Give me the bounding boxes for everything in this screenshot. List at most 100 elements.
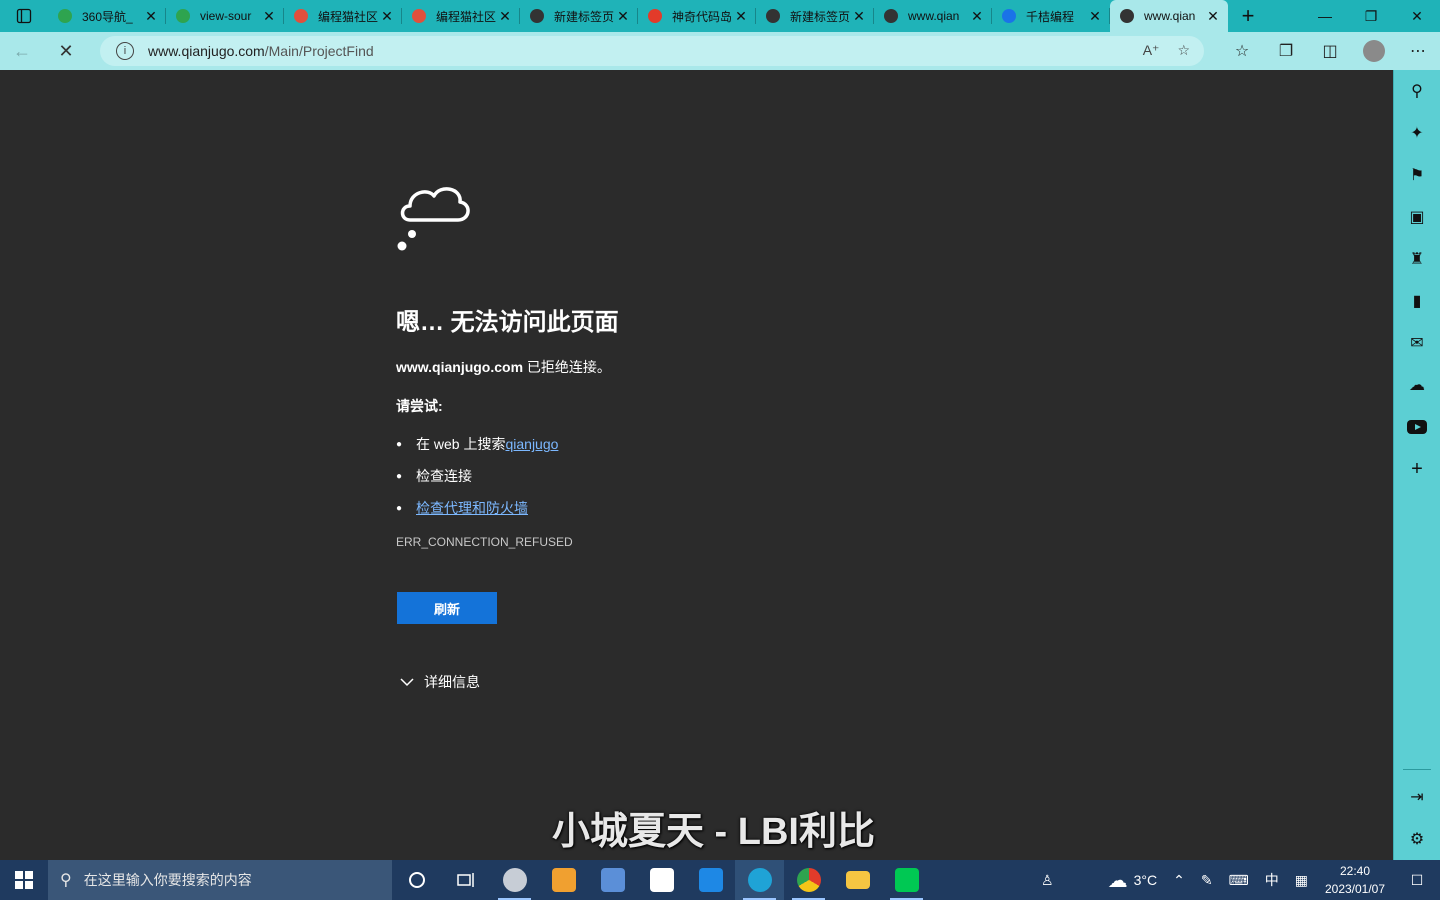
sidebar-discover-icon[interactable]: ✦ — [1394, 112, 1440, 154]
newtab-icon — [528, 7, 546, 25]
check-proxy-link[interactable]: 检查代理和防火墙 — [416, 498, 528, 518]
tab-close-icon[interactable]: ✕ — [970, 8, 984, 25]
try-label: 请尝试: — [396, 398, 443, 414]
tab-close-icon[interactable]: ✕ — [1206, 8, 1220, 25]
error-title: 嗯… 无法访问此页面 — [396, 309, 619, 336]
tab-close-icon[interactable]: ✕ — [734, 8, 748, 25]
cortana-icon[interactable] — [392, 860, 441, 900]
details-toggle[interactable]: 详细信息 — [400, 672, 480, 692]
tab-title: 编程猫社区 — [318, 9, 379, 24]
search-link[interactable]: qianjugo — [505, 436, 558, 452]
back-button[interactable]: ← — [0, 32, 44, 70]
favorites-icon[interactable]: ☆ — [1220, 32, 1264, 70]
address-bar[interactable]: i www.qianjugo.com/Main/ProjectFind A⁺ ☆ — [100, 36, 1204, 66]
tab[interactable]: 编程猫社区 ✕ — [284, 0, 402, 32]
tab[interactable]: www.qian ✕ — [874, 0, 992, 32]
taskbar-edge-icon[interactable] — [735, 860, 784, 900]
suggestions-list: ● 在 web 上搜索 qianjugo ● 检查连接 ● 检查代理和防火墙 — [396, 428, 558, 524]
restore-button[interactable]: ❐ — [1348, 0, 1394, 32]
tab[interactable]: 千桔编程 ✕ — [992, 0, 1110, 32]
collections-icon[interactable]: ❐ — [1264, 32, 1308, 70]
tab-close-icon[interactable]: ✕ — [616, 8, 630, 25]
taskbar-app-blue-icon[interactable] — [686, 860, 735, 900]
newtab-icon — [764, 7, 782, 25]
system-tray: ♙ ☁ 3°C ⌃ ✎ ⌨ 中 ▦ 22:40 2023/01/07 ☐ — [1033, 860, 1440, 900]
browser-essentials-icon[interactable]: ◫ — [1308, 32, 1352, 70]
tab-title: www.qian — [908, 9, 960, 23]
tab-close-icon[interactable]: ✕ — [498, 8, 512, 25]
notification-icon[interactable]: ☐ — [1394, 872, 1440, 889]
tab[interactable]: 神奇代码岛 ✕ — [638, 0, 756, 32]
browser-toolbar: ← ✕ i www.qianjugo.com/Main/ProjectFind … — [0, 32, 1440, 70]
sidebar-divider — [1403, 769, 1431, 770]
error-page: 嗯… 无法访问此页面 www.qianjugo.com 已拒绝连接。 请尝试: … — [0, 70, 1393, 860]
read-aloud-icon[interactable]: A⁺ — [1143, 42, 1160, 59]
reload-button[interactable]: 刷新 — [397, 592, 497, 624]
sidebar-add-icon[interactable]: + — [1394, 448, 1440, 490]
search-icon: ⚲ — [60, 872, 72, 889]
site-info-icon[interactable]: i — [116, 42, 134, 60]
tab-actions-button[interactable] — [0, 0, 48, 32]
stop-loading-button[interactable]: ✕ — [44, 32, 88, 70]
lyric-overlay: 小城夏天 - LBI利比 — [552, 811, 875, 853]
thinking-cloud-icon — [397, 187, 470, 251]
close-window-button[interactable]: ✕ — [1394, 0, 1440, 32]
settings-more-icon[interactable]: ⋯ — [1396, 32, 1440, 70]
task-view-icon[interactable] — [441, 860, 490, 900]
tab[interactable]: www.qian ✕ — [1110, 0, 1228, 32]
chevron-down-icon — [400, 678, 414, 687]
sidebar-collapse-icon[interactable]: ⇥ — [1394, 776, 1440, 818]
taskbar-iqiyi-icon[interactable] — [882, 860, 931, 900]
pen-icon[interactable]: ✎ — [1193, 872, 1221, 889]
list-item: ● 在 web 上搜索 qianjugo — [396, 436, 559, 452]
tab-actions-icon — [16, 8, 32, 24]
page-icon — [882, 7, 900, 25]
taskbar-app-media-icon[interactable] — [539, 860, 588, 900]
keyboard-icon[interactable]: ⌨ — [1221, 872, 1257, 889]
profile-avatar[interactable] — [1363, 40, 1385, 62]
tab[interactable]: 新建标签页 ✕ — [756, 0, 874, 32]
show-hidden-icons-icon[interactable]: ⌃ — [1165, 872, 1193, 889]
taskbar-chrome-icon[interactable] — [784, 860, 833, 900]
start-button[interactable] — [0, 860, 48, 900]
tab-title: 编程猫社区 — [436, 9, 497, 24]
new-tab-button[interactable]: + — [1232, 0, 1264, 32]
sidebar-games-icon[interactable]: ♜ — [1394, 238, 1440, 280]
search-icon — [1000, 7, 1018, 25]
window-controls: — ❐ ✕ — [1302, 0, 1440, 32]
add-favorite-icon[interactable]: ☆ — [1177, 42, 1190, 59]
sidebar-office-icon[interactable]: ▮ — [1394, 280, 1440, 322]
tab-close-icon[interactable]: ✕ — [852, 8, 866, 25]
tab[interactable]: 编程猫社区 ✕ — [402, 0, 520, 32]
taskbar-app-disc-icon[interactable] — [490, 860, 539, 900]
sidebar-outlook-icon[interactable]: ✉ — [1394, 322, 1440, 364]
weather-widget[interactable]: ☁ 3°C — [1100, 868, 1166, 893]
taskbar-app-monitor-icon[interactable] — [588, 860, 637, 900]
tab-strip: 360导航_ ✕ view-sour ✕ 编程猫社区 ✕ 编程猫社区 ✕ 新建标签页 ✕ 神奇代码岛… — [0, 0, 1440, 32]
tab-close-icon[interactable]: ✕ — [1088, 8, 1102, 25]
tab[interactable]: view-sour ✕ — [166, 0, 284, 32]
tab-close-icon[interactable]: ✕ — [380, 8, 394, 25]
sidebar-search-icon[interactable]: ⚲ — [1394, 70, 1440, 112]
ime-indicator[interactable]: 中 — [1257, 870, 1287, 890]
tab-close-icon[interactable]: ✕ — [144, 8, 158, 25]
url-text[interactable]: www.qianjugo.com/Main/ProjectFind — [148, 43, 374, 59]
people-icon[interactable]: ♙ — [1033, 872, 1062, 889]
clock[interactable]: 22:40 2023/01/07 — [1316, 862, 1394, 898]
tab[interactable]: 新建标签页 ✕ — [520, 0, 638, 32]
sidebar-youtube-icon[interactable] — [1394, 406, 1440, 448]
sidebar-tools-icon[interactable]: ▣ — [1394, 196, 1440, 238]
sidebar-shopping-icon[interactable]: ⚑ — [1394, 154, 1440, 196]
minimize-button[interactable]: — — [1302, 0, 1348, 32]
tab-close-icon[interactable]: ✕ — [262, 8, 276, 25]
sidebar-drop-icon[interactable]: ☁ — [1394, 364, 1440, 406]
taskbar-explorer-icon[interactable] — [833, 860, 882, 900]
360-icon — [56, 7, 74, 25]
taskbar-search[interactable]: ⚲ 在这里输入你要搜索的内容 — [48, 860, 392, 900]
ime-grid-icon[interactable]: ▦ — [1287, 872, 1316, 889]
list-item: ● 检查连接 — [396, 468, 472, 484]
sidebar-settings-icon[interactable]: ⚙ — [1394, 818, 1440, 860]
windows-icon — [15, 871, 33, 889]
tab[interactable]: 360导航_ ✕ — [48, 0, 166, 32]
taskbar-app-store-icon[interactable] — [637, 860, 686, 900]
